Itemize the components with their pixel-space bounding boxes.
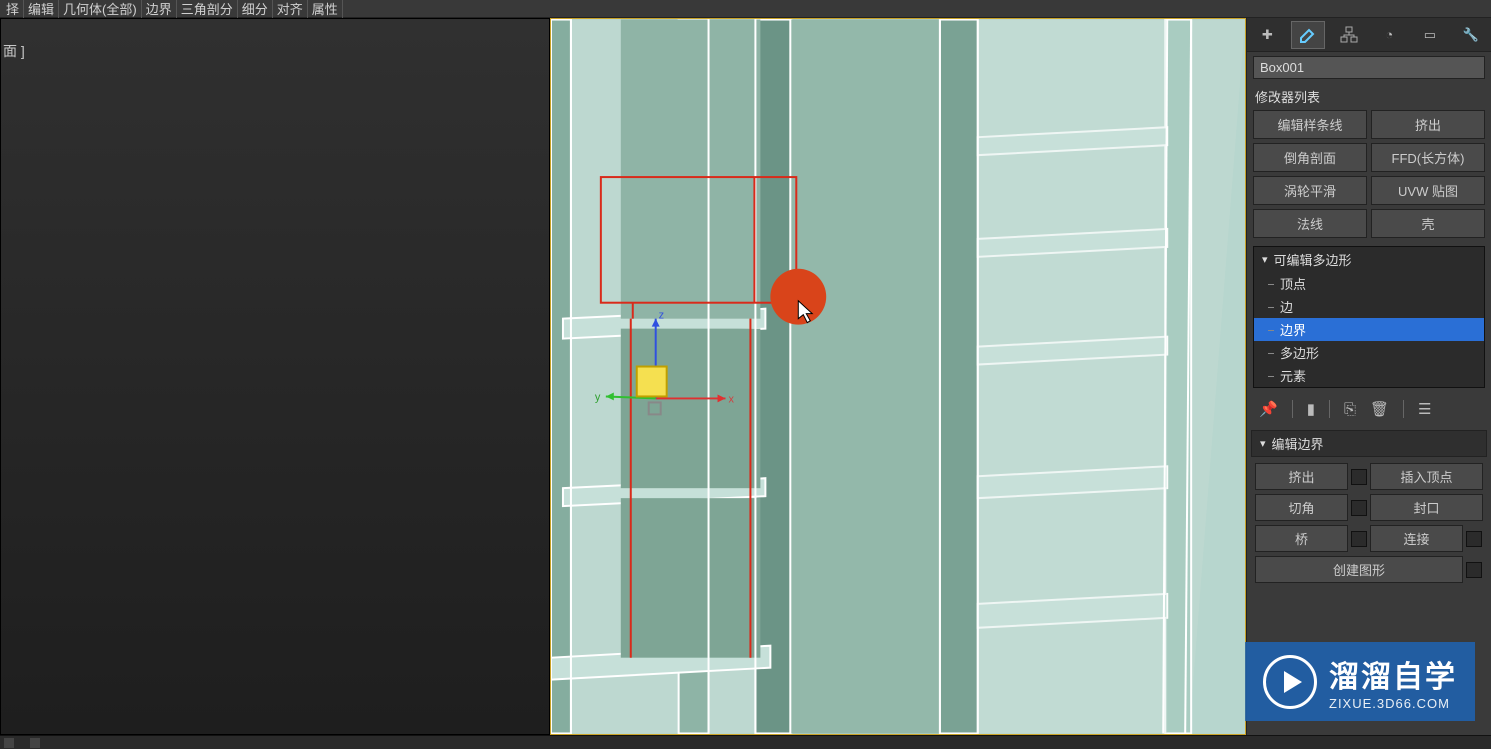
mod-button[interactable]: UVW 贴图 xyxy=(1371,176,1485,205)
play-icon xyxy=(1263,655,1317,709)
stack-base-object[interactable]: 可编辑多边形 xyxy=(1254,247,1484,272)
mod-button[interactable]: 涡轮平滑 xyxy=(1253,176,1367,205)
connect-button[interactable]: 连接 xyxy=(1370,525,1463,552)
modifier-list-label[interactable]: 修改器列表 xyxy=(1247,83,1491,110)
svg-text:y: y xyxy=(595,391,601,403)
mod-button[interactable]: FFD(长方体) xyxy=(1371,143,1485,172)
utilities-tab-icon[interactable]: 🔧 xyxy=(1454,21,1488,49)
modify-tab-icon[interactable] xyxy=(1291,21,1325,49)
grip-icon[interactable] xyxy=(30,738,40,748)
viewport-svg: x z y xyxy=(551,19,1245,734)
subobj-element[interactable]: 元素 xyxy=(1254,364,1484,387)
watermark: 溜溜自学 ZIXUE.3D66.COM xyxy=(1245,642,1475,721)
pin-icon[interactable]: 📌 xyxy=(1259,400,1278,418)
subobj-edge[interactable]: 边 xyxy=(1254,295,1484,318)
motion-tab-icon[interactable]: ◔ xyxy=(1372,21,1406,49)
cap-button[interactable]: 封口 xyxy=(1370,494,1483,521)
bridge-settings-icon[interactable] xyxy=(1351,531,1367,547)
svg-text:x: x xyxy=(728,393,734,405)
grip-icon[interactable] xyxy=(4,738,14,748)
make-unique-icon[interactable]: ⎘ xyxy=(1344,401,1356,418)
insert-vertex-button[interactable]: 插入顶点 xyxy=(1370,463,1483,490)
stack-toolbar: 📌 ▮ ⎘ 🗑 ☰ xyxy=(1253,394,1485,424)
bridge-button[interactable]: 桥 xyxy=(1255,525,1348,552)
subobj-polygon[interactable]: 多边形 xyxy=(1254,341,1484,364)
menu-item[interactable]: 细分 xyxy=(238,0,273,18)
menu-item[interactable]: 几何体(全部) xyxy=(59,0,142,18)
chamfer-settings-icon[interactable] xyxy=(1351,500,1367,516)
svg-text:z: z xyxy=(659,310,664,322)
hierarchy-tab-icon[interactable] xyxy=(1332,21,1366,49)
modifier-buttons: 编辑样条线 挤出 倒角剖面 FFD(长方体) 涡轮平滑 UVW 贴图 法线 壳 xyxy=(1247,110,1491,238)
rollout-header[interactable]: 编辑边界 xyxy=(1251,430,1487,457)
viewport-label: 面 ] xyxy=(3,41,25,61)
edit-border-rollout: 编辑边界 挤出 插入顶点 切角 封口 桥 连接 创建图形 xyxy=(1251,430,1487,589)
viewport-perspective[interactable]: x z y xyxy=(550,18,1246,735)
menu-item[interactable]: 编辑 xyxy=(24,0,59,18)
connect-settings-icon[interactable] xyxy=(1466,531,1482,547)
create-tab-icon[interactable]: ✚ xyxy=(1250,21,1284,49)
menu-item[interactable]: 边界 xyxy=(142,0,177,18)
display-tab-icon[interactable]: ▭ xyxy=(1413,21,1447,49)
extrude-settings-icon[interactable] xyxy=(1351,469,1367,485)
mod-button[interactable]: 挤出 xyxy=(1371,110,1485,139)
viewport-left[interactable]: 面 ] xyxy=(0,18,550,735)
menu-item[interactable]: 三角剖分 xyxy=(177,0,238,18)
object-name-input[interactable] xyxy=(1253,56,1485,79)
menu-item[interactable]: 择 xyxy=(2,0,24,18)
mod-button[interactable]: 编辑样条线 xyxy=(1253,110,1367,139)
modifier-stack: 可编辑多边形 顶点 边 边界 多边形 元素 xyxy=(1253,246,1485,388)
subobj-border[interactable]: 边界 xyxy=(1254,318,1484,341)
mod-button[interactable]: 倒角剖面 xyxy=(1253,143,1367,172)
watermark-title: 溜溜自学 xyxy=(1329,652,1457,696)
watermark-url: ZIXUE.3D66.COM xyxy=(1329,696,1457,711)
mod-button[interactable]: 壳 xyxy=(1371,209,1485,238)
menu-item[interactable]: 属性 xyxy=(308,0,343,18)
menu-bar: 择 编辑 几何体(全部) 边界 三角剖分 细分 对齐 属性 xyxy=(0,0,1491,18)
remove-modifier-icon[interactable]: 🗑 xyxy=(1370,400,1389,418)
create-shape-button[interactable]: 创建图形 xyxy=(1255,556,1463,583)
mod-button[interactable]: 法线 xyxy=(1253,209,1367,238)
show-end-result-icon[interactable]: ▮ xyxy=(1307,400,1315,418)
configure-icon[interactable]: ☰ xyxy=(1418,400,1431,418)
status-bar xyxy=(0,735,1491,749)
command-tabs: ✚ ◔ ▭ 🔧 xyxy=(1247,18,1491,52)
command-panel: ✚ ◔ ▭ 🔧 修改器列表 编辑样条线 挤出 倒角剖面 FFD(长方体) 涡轮平… xyxy=(1246,18,1491,735)
menu-item[interactable]: 对齐 xyxy=(273,0,308,18)
extrude-button[interactable]: 挤出 xyxy=(1255,463,1348,490)
chamfer-button[interactable]: 切角 xyxy=(1255,494,1348,521)
create-shape-settings-icon[interactable] xyxy=(1466,562,1482,578)
subobj-vertex[interactable]: 顶点 xyxy=(1254,272,1484,295)
